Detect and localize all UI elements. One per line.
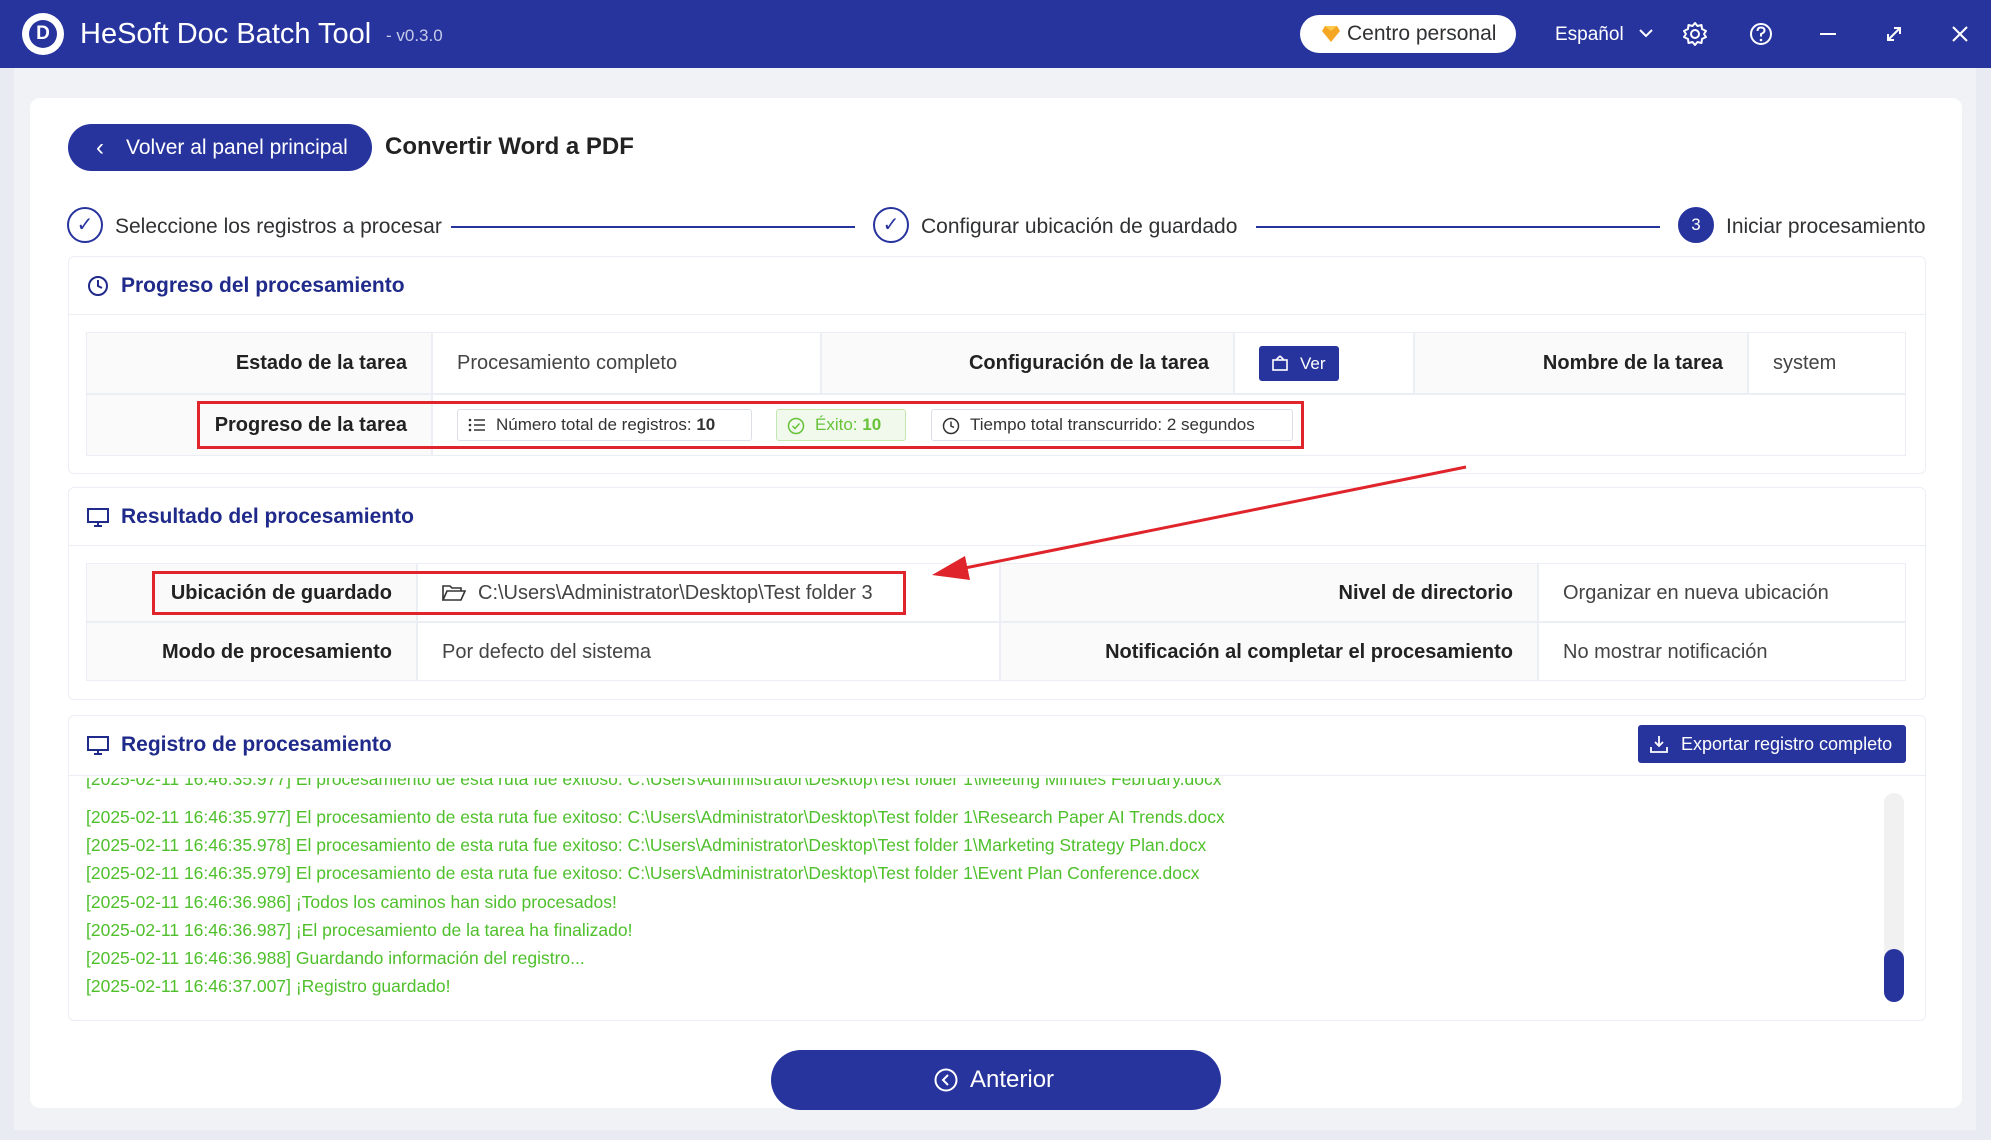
export-log-label: Exportar registro completo: [1681, 734, 1893, 754]
export-log-button[interactable]: Exportar registro completo: [1638, 725, 1906, 763]
log-line: [2025-02-11 16:46:35.977] El procesamien…: [86, 778, 1222, 789]
previous-button[interactable]: Anterior: [771, 1050, 1221, 1110]
log-line: [2025-02-11 16:46:36.987] ¡El procesamie…: [86, 920, 633, 940]
log-line: [2025-02-11 16:46:37.007] ¡Registro guar…: [86, 976, 451, 996]
download-icon: [1650, 736, 1668, 753]
previous-button-label: Anterior: [970, 1066, 1055, 1093]
log-panel-title: Registro de procesamiento: [121, 733, 392, 756]
log-line: [2025-02-11 16:46:35.978] El procesamien…: [86, 835, 1207, 855]
log-scrollbar-thumb[interactable]: [1884, 949, 1904, 1002]
log-output[interactable]: [2025-02-11 16:46:35.977] El procesamien…: [86, 778, 1866, 1006]
log-line: [2025-02-11 16:46:35.979] El procesamien…: [86, 863, 1200, 883]
log-line: [2025-02-11 16:46:36.986] ¡Todos los cam…: [86, 892, 617, 912]
log-line: [2025-02-11 16:46:35.977] El procesamien…: [86, 807, 1225, 827]
log-line: [2025-02-11 16:46:36.988] Guardando info…: [86, 948, 585, 968]
monitor-icon: [87, 736, 109, 755]
chevron-left-circle-icon: [934, 1068, 958, 1092]
